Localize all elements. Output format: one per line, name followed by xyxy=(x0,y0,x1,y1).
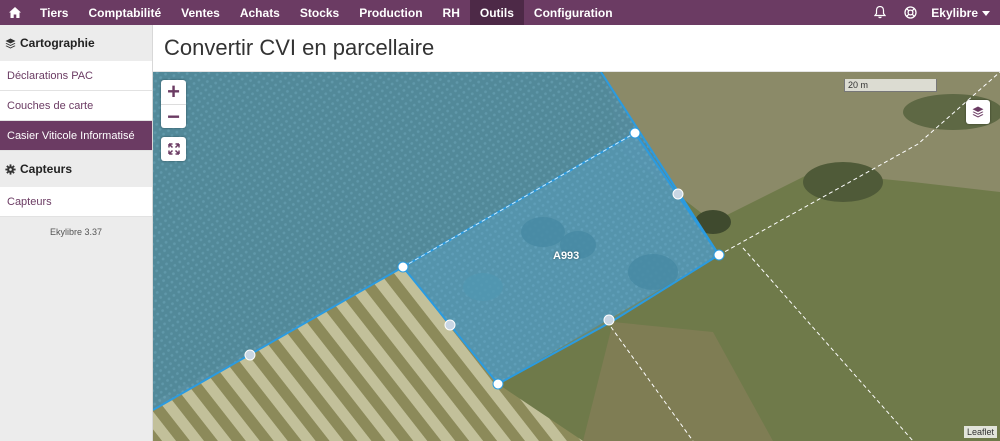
home-icon xyxy=(9,7,21,18)
midpoint-handle[interactable] xyxy=(444,319,456,331)
layers-icon xyxy=(972,106,984,118)
map-scale: 20 m xyxy=(844,79,937,92)
user-menu[interactable]: Ekylibre xyxy=(925,0,1000,25)
zoom-control: + − xyxy=(161,80,186,128)
vertex-handle[interactable] xyxy=(397,261,409,273)
sidebar: Cartographie Déclarations PAC Couches de… xyxy=(0,25,153,441)
fit-bounds-button[interactable] xyxy=(161,137,186,161)
bell-icon xyxy=(874,6,887,19)
vertex-handle[interactable] xyxy=(629,127,641,139)
midpoint-handle[interactable] xyxy=(672,188,684,200)
nav-stocks[interactable]: Stocks xyxy=(290,0,349,25)
gear-icon xyxy=(5,163,16,175)
nav-outils[interactable]: Outils xyxy=(469,0,524,25)
nav-production[interactable]: Production xyxy=(349,0,432,25)
vertex-handle[interactable] xyxy=(492,378,504,390)
sidebar-item-capteurs[interactable]: Capteurs xyxy=(0,187,152,217)
nav-comptabilite[interactable]: Comptabilité xyxy=(78,0,171,25)
map-view[interactable]: A993 + − 20 m Leaflet xyxy=(153,72,1000,441)
sidebar-item-casier-viticole[interactable]: Casier Viticole Informatisé xyxy=(0,121,152,151)
main-content: Convertir CVI en parcellaire A993 + − 20… xyxy=(153,25,1000,441)
sidebar-item-couches-de-carte[interactable]: Couches de carte xyxy=(0,91,152,121)
top-navbar: Tiers Comptabilité Ventes Achats Stocks … xyxy=(0,0,1000,25)
nav-tiers[interactable]: Tiers xyxy=(30,0,78,25)
sidebar-section-title: Capteurs xyxy=(20,162,73,176)
map-attribution-link[interactable]: Leaflet xyxy=(963,426,997,438)
lifebuoy-icon xyxy=(904,6,917,19)
user-name: Ekylibre xyxy=(931,5,978,20)
layers-button[interactable] xyxy=(966,100,990,124)
layers-icon xyxy=(5,38,16,48)
sidebar-item-declarations-pac[interactable]: Déclarations PAC xyxy=(0,61,152,91)
sidebar-section-cartographie: Cartographie xyxy=(0,25,152,61)
nav-achats[interactable]: Achats xyxy=(230,0,290,25)
vertex-handle[interactable] xyxy=(713,249,725,261)
chevron-down-icon xyxy=(982,10,990,16)
nav-rh[interactable]: RH xyxy=(433,0,470,25)
parcel-label: A993 xyxy=(553,250,580,262)
zoom-out-button[interactable]: − xyxy=(161,104,186,128)
nav-configuration[interactable]: Configuration xyxy=(524,0,623,25)
zoom-in-button[interactable]: + xyxy=(161,80,186,104)
notifications-button[interactable] xyxy=(865,0,895,25)
help-button[interactable] xyxy=(895,0,925,25)
sidebar-section-title: Cartographie xyxy=(20,36,95,50)
nav-ventes[interactable]: Ventes xyxy=(171,0,230,25)
expand-icon xyxy=(167,143,180,155)
midpoint-handle[interactable] xyxy=(244,349,256,361)
midpoint-handle[interactable] xyxy=(603,314,615,326)
sidebar-section-capteurs: Capteurs xyxy=(0,151,152,187)
page-title: Convertir CVI en parcellaire xyxy=(153,25,1000,72)
home-button[interactable] xyxy=(0,0,30,25)
app-version: Ekylibre 3.37 xyxy=(49,227,103,237)
